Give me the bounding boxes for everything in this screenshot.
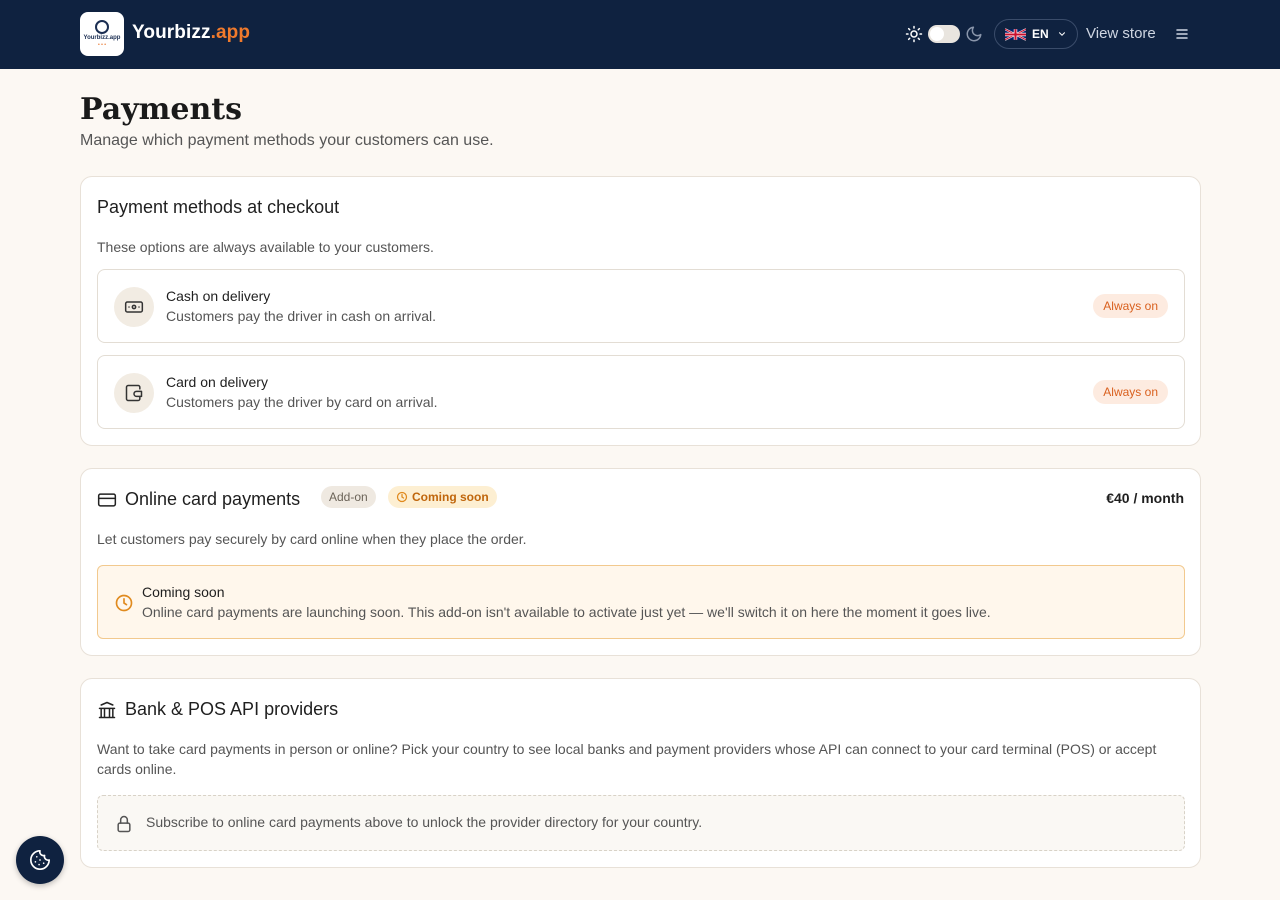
logo-decoration: • • • — [97, 42, 107, 48]
logo-mark-icon — [95, 20, 109, 34]
bank-providers-title: Bank & POS API providers — [125, 699, 339, 719]
cookie-settings-button[interactable] — [16, 836, 64, 884]
clock-icon — [115, 594, 133, 612]
checkout-methods-description: These options are always available to yo… — [97, 239, 434, 255]
credit-card-icon — [97, 493, 117, 507]
cookie-icon — [30, 850, 50, 870]
checkout-methods-card: Payment methods at checkout These option… — [80, 176, 1201, 446]
payment-method-title: Cash on delivery — [166, 288, 271, 304]
logo-wordmark: Yourbizz.app — [83, 35, 121, 41]
payment-method-description: Customers pay the driver by card on arri… — [166, 394, 438, 410]
online-card-title: Online card payments — [125, 489, 301, 509]
app-logo[interactable]: Yourbizz.app • • • — [80, 12, 124, 56]
payment-method-description: Customers pay the driver in cash on arri… — [166, 308, 436, 324]
always-on-badge: Always on — [1093, 380, 1168, 404]
brand-name[interactable]: Yourbizz.app — [132, 22, 250, 44]
wallet-icon — [114, 373, 154, 413]
coming-soon-badge: Coming soon — [388, 486, 497, 508]
payment-method-cash: Cash on delivery Customers pay the drive… — [97, 269, 1185, 343]
bank-pos-providers-card: Bank & POS API providers Want to take ca… — [80, 678, 1201, 868]
hamburger-menu-icon[interactable] — [1175, 27, 1189, 41]
provider-directory-locked: Subscribe to online card payments above … — [97, 795, 1185, 851]
view-store-link[interactable]: View store — [1086, 25, 1156, 42]
payment-method-card-on-delivery: Card on delivery Customers pay the drive… — [97, 355, 1185, 429]
locked-message: Subscribe to online card payments above … — [146, 814, 703, 830]
language-selector[interactable]: EN — [994, 19, 1078, 49]
language-code: EN — [1032, 27, 1049, 41]
moon-icon — [966, 26, 982, 42]
top-navigation-bar: Yourbizz.app • • • Yourbizz.app EN View … — [0, 0, 1280, 69]
checkout-methods-title: Payment methods at checkout — [97, 197, 340, 217]
bank-providers-description: Want to take card payments in person or … — [97, 741, 1157, 777]
coming-soon-badge-label: Coming soon — [412, 490, 489, 504]
coming-soon-notice: Coming soon Online card payments are lau… — [97, 565, 1185, 639]
page-title: Payments — [80, 92, 243, 127]
online-card-description: Let customers pay securely by card onlin… — [97, 531, 527, 547]
addon-price: €40 / month — [1106, 490, 1184, 506]
theme-toggle[interactable] — [928, 25, 960, 43]
lock-icon — [117, 815, 131, 833]
addon-badge: Add-on — [321, 486, 376, 508]
banknote-icon — [114, 287, 154, 327]
clock-icon — [396, 491, 408, 503]
chevron-down-icon — [1058, 32, 1065, 36]
notice-title: Coming soon — [142, 584, 225, 600]
payment-method-title: Card on delivery — [166, 374, 268, 390]
online-card-payments-card: Online card payments Add-on Coming soon … — [80, 468, 1201, 656]
theme-toggle-knob — [930, 27, 944, 41]
brand-name-main: Yourbizz — [132, 22, 211, 43]
bank-icon — [98, 701, 116, 719]
page-subtitle: Manage which payment methods your custom… — [80, 132, 494, 149]
always-on-badge: Always on — [1093, 294, 1168, 318]
notice-text: Online card payments are launching soon.… — [142, 604, 991, 620]
brand-name-suffix: .app — [210, 22, 251, 43]
sun-icon — [905, 25, 923, 43]
uk-flag-icon — [1005, 27, 1026, 41]
